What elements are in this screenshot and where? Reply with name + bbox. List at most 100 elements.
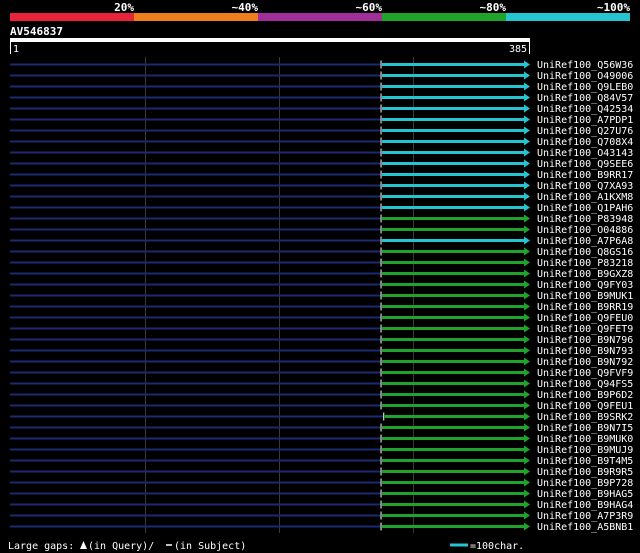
hit-name[interactable]: UniRef100_P83948 <box>537 214 633 225</box>
hit-row[interactable]: UniRef100_Q84V57 <box>10 93 633 104</box>
hit-name[interactable]: UniRef100_Q84V57 <box>537 93 633 104</box>
hit-name[interactable]: UniRef100_B9N7I5 <box>537 423 633 434</box>
hit-row[interactable]: UniRef100_Q1PAH6 <box>10 203 633 214</box>
hit-row[interactable]: UniRef100_A7P3R9 <box>10 511 633 522</box>
hit-name[interactable]: UniRef100_Q9FEU0 <box>537 313 633 324</box>
hit-name[interactable]: UniRef100_Q9FEU1 <box>537 401 633 412</box>
hit-name[interactable]: UniRef100_B9N792 <box>537 357 633 368</box>
hit-arrow-icon <box>524 302 530 311</box>
hit-row[interactable]: UniRef100_Q9FEU1 <box>10 401 633 412</box>
hit-name[interactable]: UniRef100_O04886 <box>537 225 633 236</box>
hit-name[interactable]: UniRef100_A7P3R9 <box>537 511 633 522</box>
hit-name[interactable]: UniRef100_Q56W36 <box>537 60 633 71</box>
hit-arrow-icon <box>524 60 530 69</box>
hit-name[interactable]: UniRef100_Q9FVF9 <box>537 368 633 379</box>
hit-name[interactable]: UniRef100_B9GXZ8 <box>537 269 633 280</box>
hit-row[interactable]: UniRef100_Q9FY03 <box>10 280 633 291</box>
hit-name[interactable]: UniRef100_B9HAG4 <box>537 500 633 511</box>
identity-color-legend: 20% ~40% ~60% ~80% ~100% <box>10 1 630 21</box>
hit-row[interactable]: UniRef100_P83218 <box>10 258 633 269</box>
hit-name[interactable]: UniRef100_B9MUJ9 <box>537 445 633 456</box>
hit-row[interactable]: UniRef100_O49006 <box>10 71 633 82</box>
hit-name[interactable]: UniRef100_A7P6A8 <box>537 236 633 247</box>
hit-row[interactable]: UniRef100_B9T4M5 <box>10 456 633 467</box>
hit-row[interactable]: UniRef100_B9N7I5 <box>10 423 633 434</box>
hit-arrow-icon <box>524 170 530 179</box>
hit-row[interactable]: UniRef100_A1KXM8 <box>10 192 633 203</box>
hit-row[interactable]: UniRef100_B9P728 <box>10 478 633 489</box>
hit-name[interactable]: UniRef100_Q1PAH6 <box>537 203 633 214</box>
hit-name[interactable]: UniRef100_Q9FET9 <box>537 324 633 335</box>
hit-row[interactable]: UniRef100_B9N792 <box>10 357 633 368</box>
hit-arrow-icon <box>524 115 530 124</box>
hit-row[interactable]: UniRef100_Q9LEB0 <box>10 82 633 93</box>
hit-name[interactable]: UniRef100_B9HAG5 <box>537 489 633 500</box>
hit-row[interactable]: UniRef100_B9MUK1 <box>10 291 633 302</box>
hit-name[interactable]: UniRef100_O43143 <box>537 148 633 159</box>
hit-row[interactable]: UniRef100_B9R9R5 <box>10 467 633 478</box>
hit-row[interactable]: UniRef100_B9N793 <box>10 346 633 357</box>
hit-arrow-icon <box>524 357 530 366</box>
hit-row[interactable]: UniRef100_Q9FEU0 <box>10 313 633 324</box>
hit-name[interactable]: UniRef100_B9MUK1 <box>537 291 633 302</box>
hit-arrow-icon <box>524 181 530 190</box>
hit-name[interactable]: UniRef100_A5BNB1 <box>537 522 633 533</box>
hit-row[interactable]: UniRef100_B9P6D2 <box>10 390 633 401</box>
hit-name[interactable]: UniRef100_B9T4M5 <box>537 456 633 467</box>
hit-name[interactable]: UniRef100_B9MUK0 <box>537 434 633 445</box>
hit-name[interactable]: UniRef100_O49006 <box>537 71 633 82</box>
hit-row[interactable]: UniRef100_B9HAG4 <box>10 500 633 511</box>
hit-row[interactable]: UniRef100_Q42534 <box>10 104 633 115</box>
legend-label-80: ~80% <box>480 1 507 14</box>
hit-name[interactable]: UniRef100_A1KXM8 <box>537 192 633 203</box>
hit-name[interactable]: UniRef100_B9SRK2 <box>537 412 633 423</box>
hit-arrow-icon <box>524 434 530 443</box>
hit-row[interactable]: UniRef100_Q8GS16 <box>10 247 633 258</box>
hit-row[interactable]: UniRef100_Q7XA93 <box>10 181 633 192</box>
hit-row[interactable]: UniRef100_Q708X4 <box>10 137 633 148</box>
hit-row[interactable]: UniRef100_Q27U76 <box>10 126 633 137</box>
hit-row[interactable]: UniRef100_B9HAG5 <box>10 489 633 500</box>
hit-row[interactable]: UniRef100_A7PDP1 <box>10 115 633 126</box>
hit-row[interactable]: UniRef100_O43143 <box>10 148 633 159</box>
hit-name[interactable]: UniRef100_Q9FY03 <box>537 280 633 291</box>
hit-name[interactable]: UniRef100_B9N793 <box>537 346 633 357</box>
hit-name[interactable]: UniRef100_A7PDP1 <box>537 115 633 126</box>
hit-name[interactable]: UniRef100_B9P6D2 <box>537 390 633 401</box>
hit-row[interactable]: UniRef100_B9MUJ9 <box>10 445 633 456</box>
hit-arrow-icon <box>524 489 530 498</box>
query-bar <box>10 38 530 42</box>
hit-row[interactable]: UniRef100_B9MUK0 <box>10 434 633 445</box>
hit-row[interactable]: UniRef100_A7P6A8 <box>10 236 633 247</box>
hit-row[interactable]: UniRef100_B9SRK2 <box>10 412 633 423</box>
hit-name[interactable]: UniRef100_Q708X4 <box>537 137 633 148</box>
hit-row[interactable]: UniRef100_Q9FET9 <box>10 324 633 335</box>
hit-arrow-icon <box>524 71 530 80</box>
hit-row[interactable]: UniRef100_A5BNB1 <box>10 522 633 533</box>
hit-row[interactable]: UniRef100_Q94FS5 <box>10 379 633 390</box>
hit-row[interactable]: UniRef100_O04886 <box>10 225 633 236</box>
hit-name[interactable]: UniRef100_Q27U76 <box>537 126 633 137</box>
hit-row[interactable]: UniRef100_Q56W36 <box>10 60 633 71</box>
hit-name[interactable]: UniRef100_B9RR17 <box>537 170 633 181</box>
hit-name[interactable]: UniRef100_P83218 <box>537 258 633 269</box>
hit-name[interactable]: UniRef100_Q9LEB0 <box>537 82 633 93</box>
hit-arrow-icon <box>524 423 530 432</box>
hit-name[interactable]: UniRef100_B9R9R5 <box>537 467 633 478</box>
hit-name[interactable]: UniRef100_B9RR19 <box>537 302 633 313</box>
hit-name[interactable]: UniRef100_B9N796 <box>537 335 633 346</box>
hit-name[interactable]: UniRef100_B9P728 <box>537 478 633 489</box>
hit-row[interactable]: UniRef100_Q9SEE6 <box>10 159 633 170</box>
hit-row[interactable]: UniRef100_B9RR19 <box>10 302 633 313</box>
hit-name[interactable]: UniRef100_Q7XA93 <box>537 181 633 192</box>
in-query-label: (in Query)/ <box>88 541 154 552</box>
hit-name[interactable]: UniRef100_Q9SEE6 <box>537 159 633 170</box>
hit-name[interactable]: UniRef100_Q8GS16 <box>537 247 633 258</box>
hit-row[interactable]: UniRef100_B9N796 <box>10 335 633 346</box>
hit-name[interactable]: UniRef100_Q94FS5 <box>537 379 633 390</box>
hit-row[interactable]: UniRef100_P83948 <box>10 214 633 225</box>
hit-row[interactable]: UniRef100_Q9FVF9 <box>10 368 633 379</box>
hit-row[interactable]: UniRef100_B9GXZ8 <box>10 269 633 280</box>
hit-row[interactable]: UniRef100_B9RR17 <box>10 170 633 181</box>
hit-name[interactable]: UniRef100_Q42534 <box>537 104 633 115</box>
